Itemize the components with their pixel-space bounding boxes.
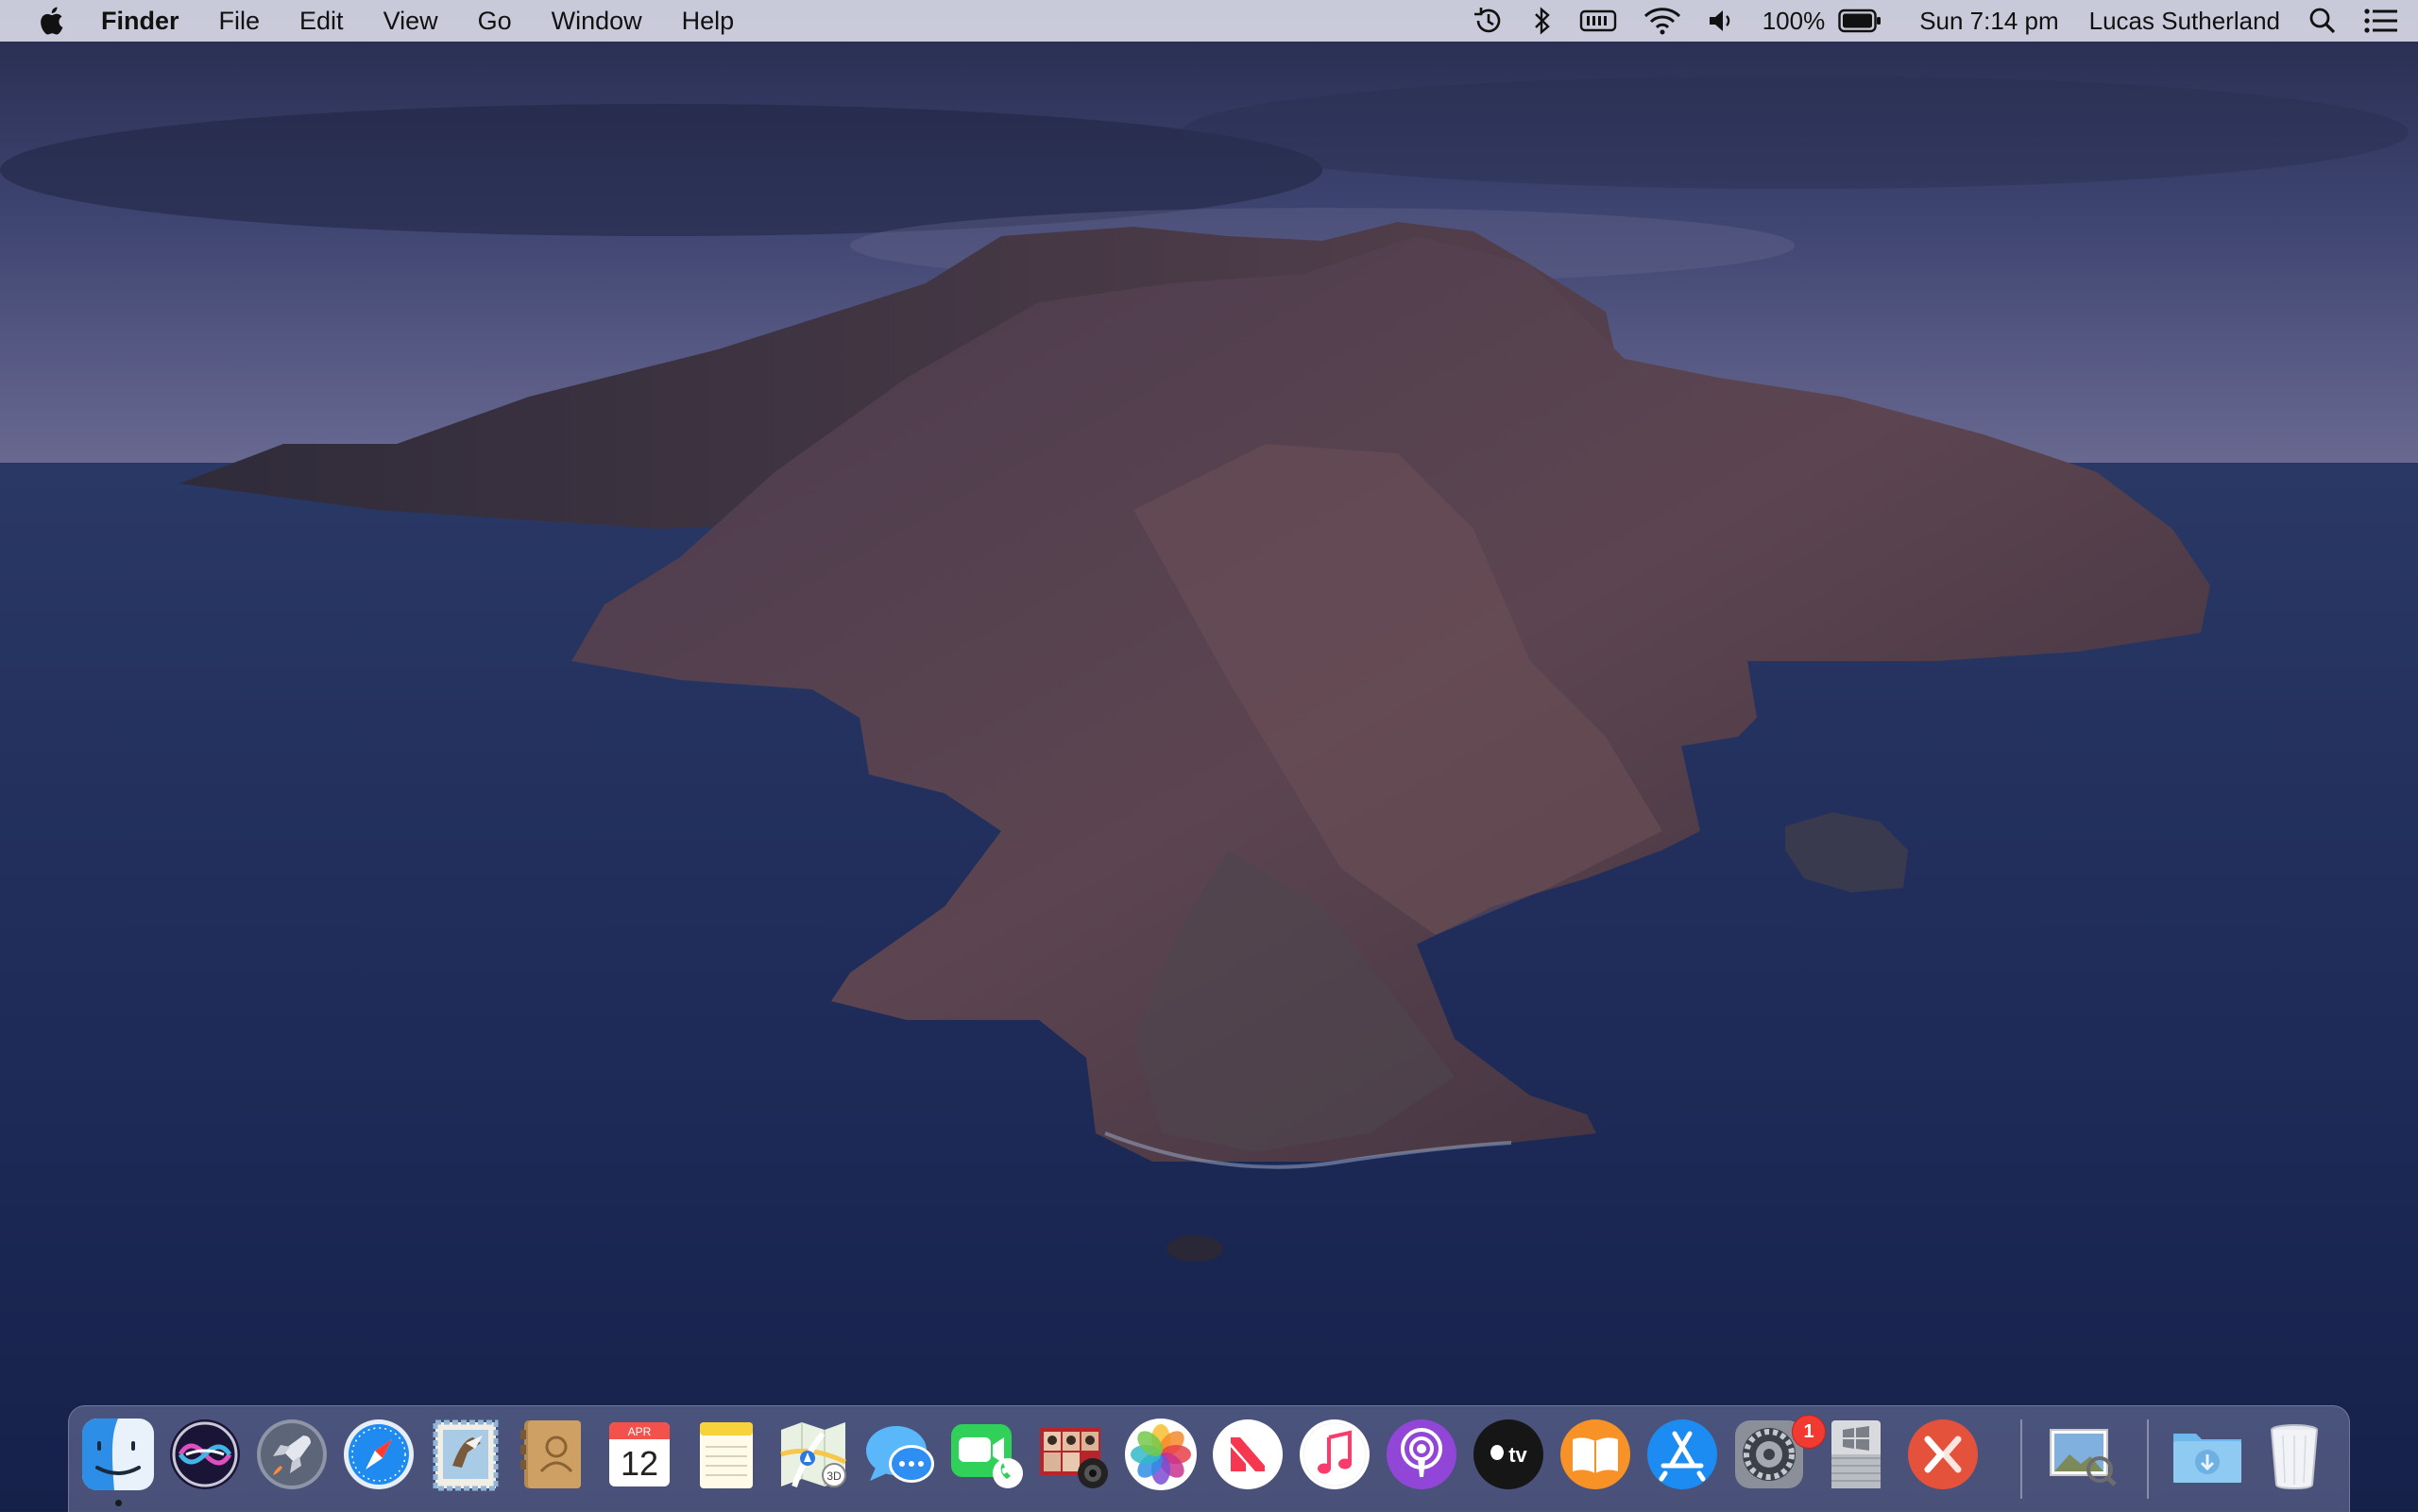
battery-percent[interactable]: 100% [1749,0,1839,42]
boot-camp-icon[interactable] [1818,1417,1894,1492]
tv-label: tv [1508,1443,1527,1467]
messages-icon[interactable] [862,1417,938,1492]
tv-icon[interactable]: tv [1471,1417,1546,1492]
downloads-folder-icon[interactable] [2170,1417,2245,1492]
notes-icon[interactable] [689,1417,764,1492]
apple-icon[interactable] [21,0,81,42]
finder-running-indicator [115,1500,122,1506]
calendar-month: APR [628,1425,652,1438]
menu-edit[interactable]: Edit [280,0,364,42]
menu-help[interactable]: Help [662,0,755,42]
clock[interactable]: Sun 7:14 pm [1895,0,2073,42]
music-icon[interactable] [1297,1417,1372,1492]
desktop-wallpaper [0,0,2418,1511]
maps-3d-label: 3D [826,1470,842,1483]
trash-icon[interactable] [2256,1417,2332,1492]
calendar-day: 12 [621,1444,658,1483]
time-machine-icon[interactable] [1458,0,1519,42]
facetime-icon[interactable] [949,1417,1025,1492]
menu-window[interactable]: Window [532,0,662,42]
photo-booth-icon[interactable] [1036,1417,1112,1492]
remote-desktop-icon[interactable] [1905,1417,1981,1492]
menu-file[interactable]: File [199,0,281,42]
dock-separator [2020,1419,2022,1499]
user-name[interactable]: Lucas Sutherland [2074,0,2295,42]
finder-icon[interactable] [80,1417,156,1492]
contacts-icon[interactable] [515,1417,590,1492]
notification-center-icon[interactable] [2350,0,2418,42]
podcasts-icon[interactable] [1384,1417,1459,1492]
safari-icon[interactable] [341,1417,417,1492]
wifi-icon[interactable] [1630,0,1694,42]
preview-icon[interactable] [2045,1417,2120,1492]
maps-icon[interactable]: 3D [775,1417,851,1492]
mail-icon[interactable] [428,1417,503,1492]
menu-view[interactable]: View [364,0,458,42]
menu-go[interactable]: Go [458,0,532,42]
spotlight-icon[interactable] [2295,0,2350,42]
calendar-icon[interactable]: APR 12 [602,1417,677,1492]
app-store-icon[interactable] [1644,1417,1720,1492]
news-icon[interactable] [1210,1417,1286,1492]
photos-icon[interactable] [1123,1417,1199,1492]
books-icon[interactable] [1558,1417,1633,1492]
menu-app-finder[interactable]: Finder [81,0,199,42]
siri-icon[interactable] [167,1417,243,1492]
dock-separator-2 [2147,1419,2149,1499]
bluetooth-icon[interactable] [1519,0,1566,42]
keyboard-battery-icon[interactable] [1566,0,1630,42]
volume-icon[interactable] [1694,0,1749,42]
launchpad-icon[interactable] [254,1417,330,1492]
menu-bar: Finder File Edit View Go Window Help 100… [0,0,2418,42]
battery-icon[interactable] [1838,0,1895,42]
